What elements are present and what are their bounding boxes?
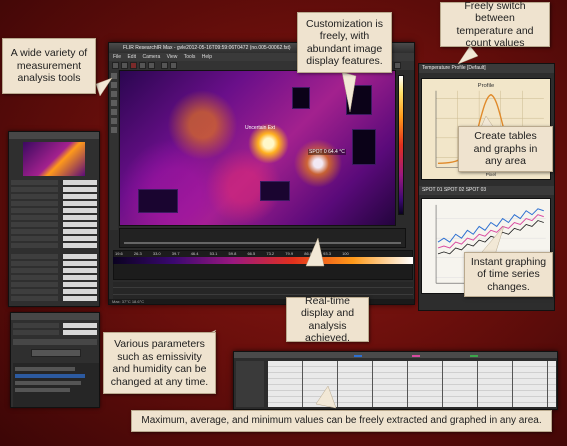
callout-text: Maximum, average, and minimum values can… [141, 414, 542, 426]
callout-max-avg-min: Maximum, average, and minimum values can… [131, 410, 552, 432]
callout-text: Instant graphing of time series changes. [470, 255, 547, 293]
callout-customization: Customization is freely, with abundant i… [297, 12, 392, 73]
callout-text: Customization is freely, with abundant i… [305, 17, 384, 68]
callout-text: Freely switch between temperature and co… [456, 0, 534, 49]
callout-measurement-tools: A wide variety of measurement analysis t… [2, 38, 96, 94]
callout-text: Real-time display and analysis achieved. [300, 294, 355, 345]
callout-switch-values: Freely switch between temperature and co… [440, 0, 550, 49]
callout-text: A wide variety of measurement analysis t… [10, 47, 88, 85]
callout-text: Various parameters such as emissivity an… [110, 338, 209, 388]
callout-time-series: Instant graphing of time series changes. [464, 252, 553, 297]
callout-tables-graphs: Create tables and graphs in any area [458, 126, 553, 172]
callout-realtime: Real-time display and analysis achieved. [286, 294, 369, 345]
callout-text: Create tables and graphs in any area [473, 130, 538, 168]
callout-parameters: Various parameters such as emissivity an… [103, 332, 216, 394]
